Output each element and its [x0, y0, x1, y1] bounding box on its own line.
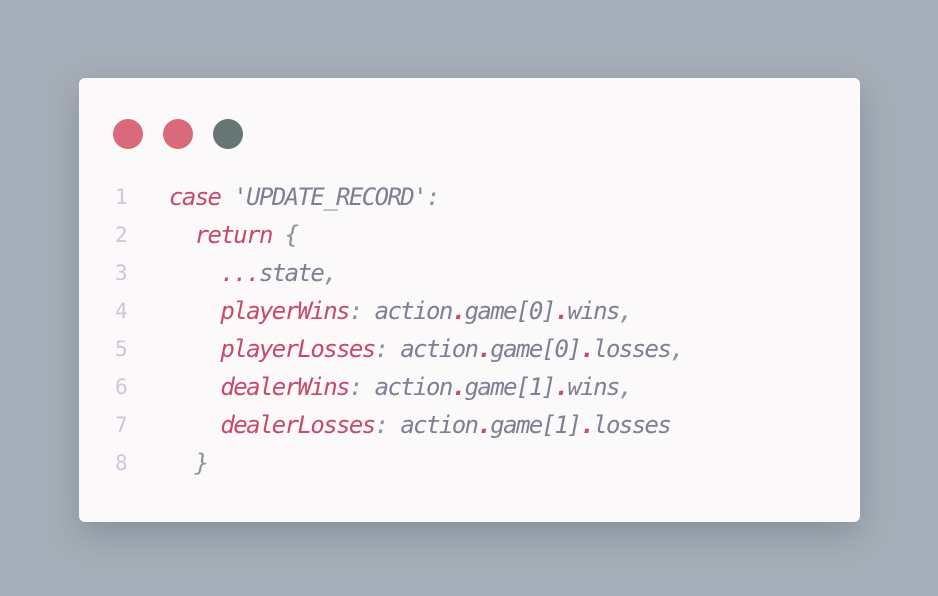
code-text: playerWins: action.game[0].wins,: [169, 292, 633, 330]
token-dot: .: [477, 411, 491, 439]
token-property: playerWins: [220, 297, 350, 325]
code-window: 1 case 'UPDATE_RECORD': 2 return {3 ...sta…: [79, 78, 860, 522]
line-number: 6: [115, 375, 128, 399]
token-keyword: ...: [220, 259, 260, 287]
token-text: action: [400, 335, 479, 363]
code-text: playerLosses: action.game[0].losses,: [169, 330, 684, 368]
code-line: 1 case 'UPDATE_RECORD':: [79, 178, 860, 216]
token-dot: .: [580, 335, 594, 363]
token-dot: .: [554, 297, 569, 325]
code-text: dealerLosses: action.game[1].losses: [169, 406, 672, 444]
code-line: 4 playerWins: action.game[0].wins,: [79, 292, 860, 330]
code-block: 1 case 'UPDATE_RECORD': 2 return {3 ...sta…: [79, 178, 860, 482]
token-property: dealerLosses: [220, 411, 376, 439]
token-text: game[0]: [490, 335, 582, 363]
token-keyword: case: [169, 183, 222, 211]
code-text: case 'UPDATE_RECORD':: [169, 178, 440, 216]
token-text: losses: [593, 411, 672, 439]
token-text: action: [374, 373, 454, 401]
token-string: 'UPDATE_RECORD': [233, 183, 427, 211]
code-line: 7 dealerLosses: action.game[1].losses: [79, 406, 860, 444]
maximize-button[interactable]: [213, 119, 243, 149]
line-number: 3: [115, 261, 128, 285]
code-text: ...state,: [169, 254, 337, 292]
line-number: 1: [115, 185, 128, 209]
token-dot: .: [580, 411, 594, 439]
token-punct: :: [348, 297, 375, 325]
code-line: 6 dealerWins: action.game[1].wins,: [79, 368, 860, 406]
token-dot: .: [451, 297, 466, 325]
code-line: 2 return {: [79, 216, 860, 254]
token-punct: :: [374, 411, 401, 439]
code-line: 3 ...state,: [79, 254, 860, 292]
minimize-button[interactable]: [163, 119, 193, 149]
line-number: 4: [115, 299, 128, 323]
close-button[interactable]: [113, 119, 143, 149]
token-dot: .: [451, 373, 466, 401]
token-text: game[1]: [464, 373, 557, 401]
token-punct: }: [194, 449, 209, 477]
code-line: 8 }: [79, 444, 860, 482]
code-text: }: [169, 444, 209, 482]
token-text: action: [374, 297, 454, 325]
token-text: action: [400, 411, 479, 439]
token-text: state: [258, 259, 325, 287]
token-punct: ,: [670, 335, 684, 363]
code-text: dealerWins: action.game[1].wins,: [169, 368, 633, 406]
token-text: wins: [567, 297, 620, 325]
token-property: playerLosses: [220, 335, 376, 363]
token-punct: ,: [323, 259, 337, 287]
token-punct: ,: [618, 373, 633, 401]
token-punct: {: [284, 221, 299, 249]
line-number: 5: [115, 337, 128, 361]
token-dot: .: [477, 335, 491, 363]
token-text: game[1]: [490, 411, 582, 439]
code-line: 5 playerLosses: action.game[0].losses,: [79, 330, 860, 368]
token-property: dealerWins: [220, 373, 350, 401]
token-text: wins: [567, 373, 620, 401]
token-text: game[0]: [464, 297, 557, 325]
token-punct: :: [426, 183, 440, 211]
line-number: 8: [115, 451, 128, 475]
line-number: 2: [115, 223, 128, 247]
token-keyword: return: [194, 221, 274, 249]
line-number: 7: [115, 413, 128, 437]
code-text: return {: [169, 216, 299, 254]
token-text: losses: [593, 335, 672, 363]
token-punct: :: [374, 335, 401, 363]
token-dot: .: [554, 373, 569, 401]
token-punct: :: [348, 373, 375, 401]
token-punct: ,: [618, 297, 633, 325]
